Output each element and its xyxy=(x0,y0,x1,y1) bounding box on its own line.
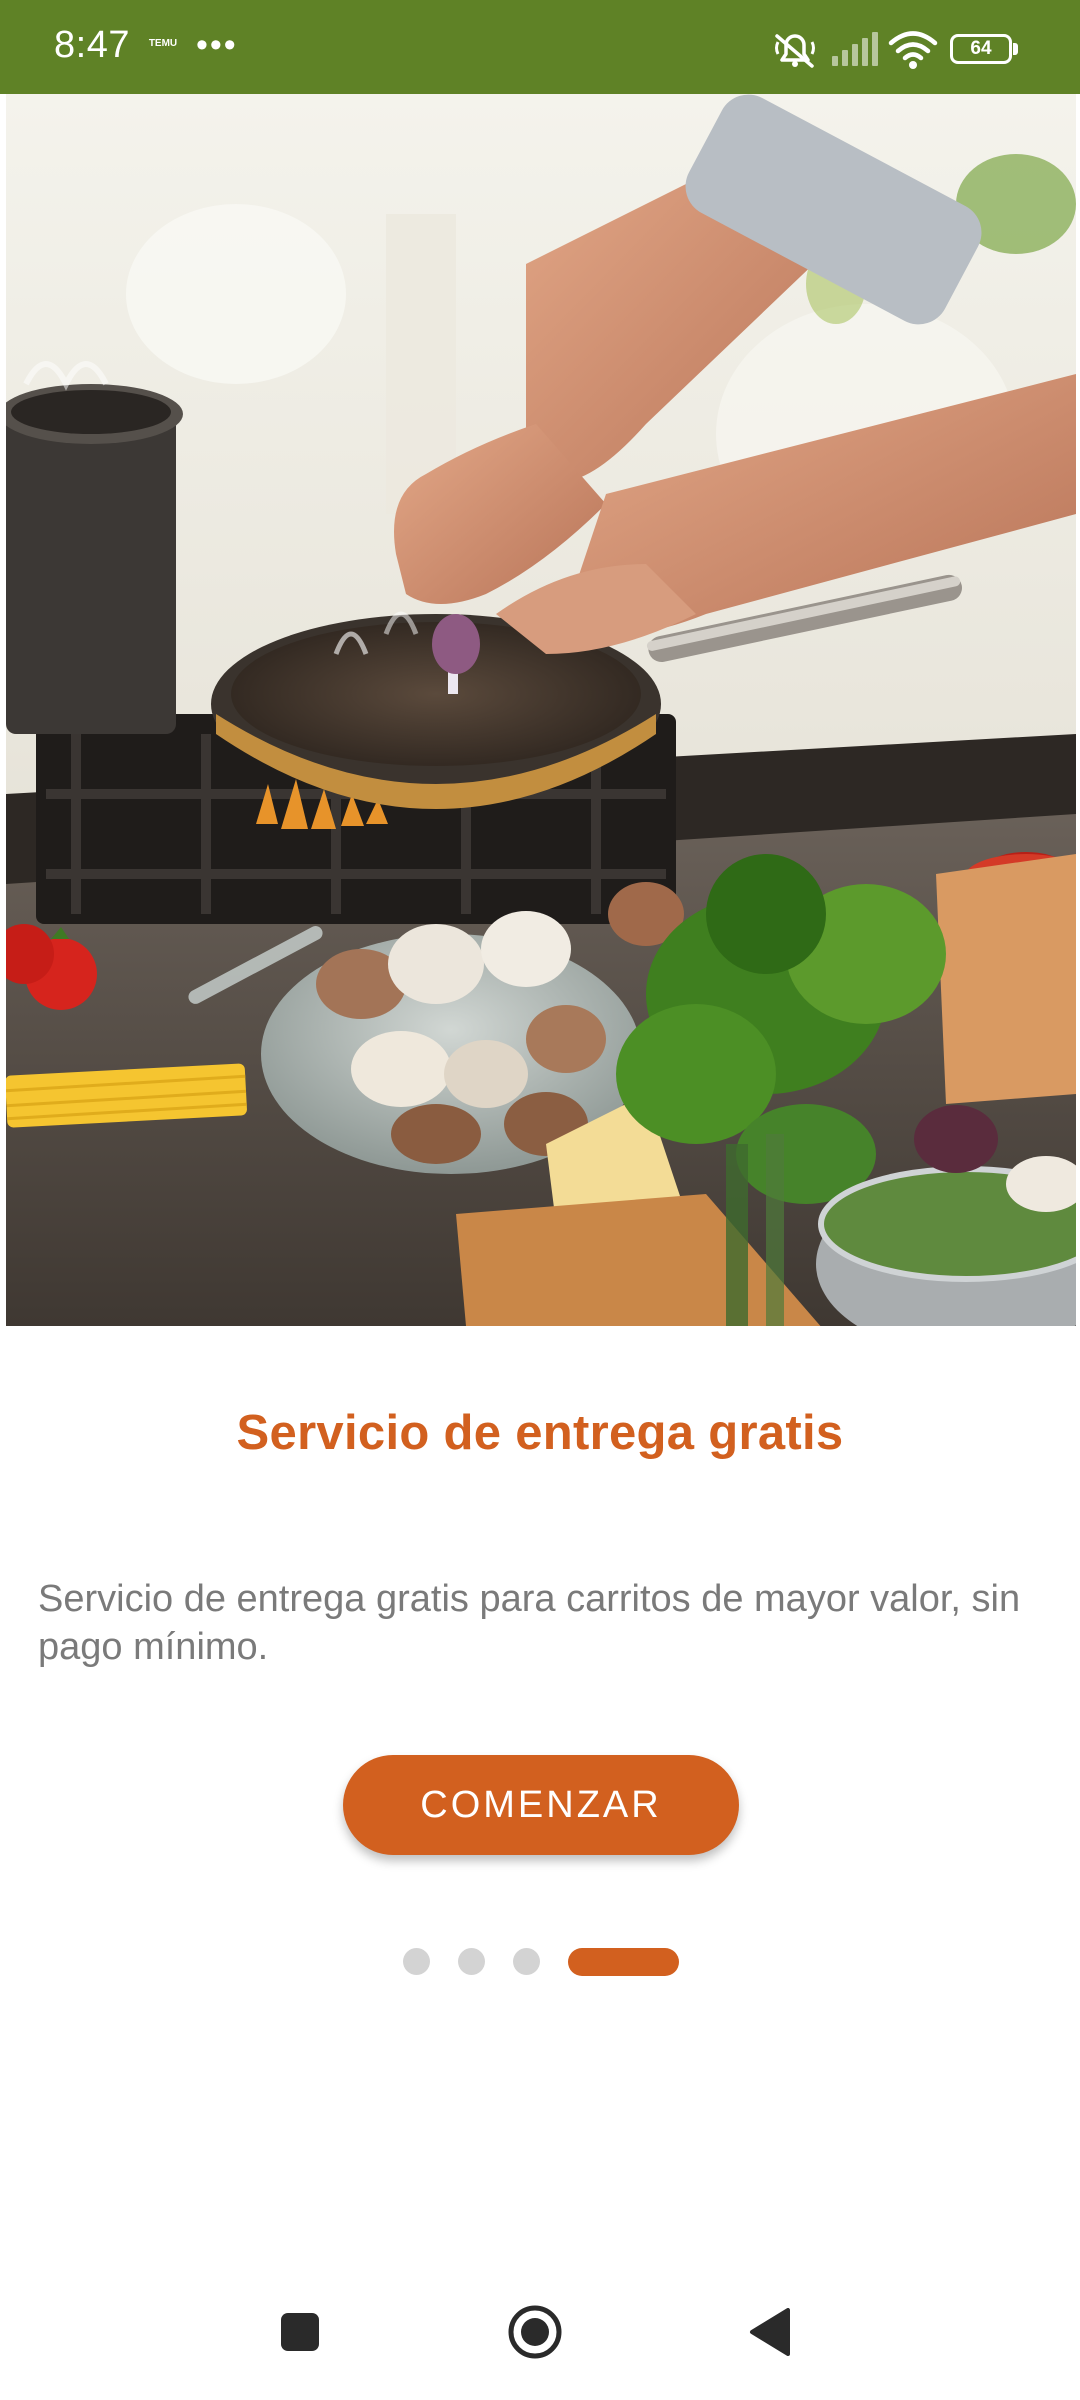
start-button[interactable]: COMENZAR xyxy=(343,1755,739,1855)
muted-bell-icon xyxy=(772,30,818,75)
chef-cooking-photo xyxy=(6,94,1076,1326)
temu-app-icon: TEMU xyxy=(148,38,178,49)
home-circle-icon[interactable] xyxy=(503,2300,567,2364)
back-triangle-icon[interactable] xyxy=(738,2300,802,2364)
status-time: 8:47 xyxy=(54,24,130,66)
more-notifications-icon: ••• xyxy=(196,26,238,64)
battery-tip xyxy=(1013,43,1018,55)
onboarding-description: Servicio de entrega gratis para carritos… xyxy=(38,1578,1021,1668)
battery-indicator: 64 xyxy=(950,34,1012,64)
onboarding-title: Servicio de entrega gratis xyxy=(236,1406,844,1460)
page-dot-1[interactable] xyxy=(403,1948,430,1975)
status-bar: 8:47 TEMU ••• 64 xyxy=(0,0,1080,94)
page-dot-4-active[interactable] xyxy=(568,1948,679,1976)
wifi-icon xyxy=(888,30,938,75)
page-dot-2[interactable] xyxy=(458,1948,485,1975)
hero-image xyxy=(6,94,1076,1326)
recents-square-icon[interactable] xyxy=(268,2300,332,2364)
cellular-signal-icon xyxy=(830,30,878,73)
page-dot-3[interactable] xyxy=(513,1948,540,1975)
